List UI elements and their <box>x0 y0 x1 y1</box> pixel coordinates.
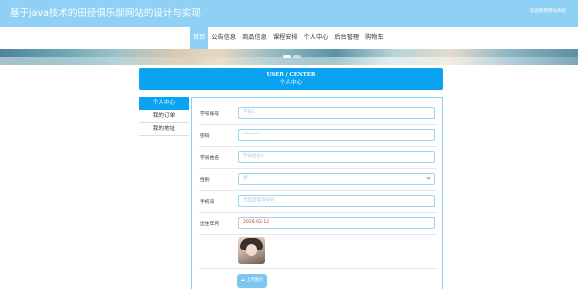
gender-value: 男 <box>243 176 248 181</box>
site-title: 基于java技术的田径俱乐部网站的设计与实现 <box>10 8 201 19</box>
gender-label: 性别 <box>200 178 210 183</box>
nav-item-announcements[interactable]: 公告信息 <box>208 27 239 49</box>
upload-image-button[interactable]: ☁ 上传图片 <box>237 274 267 288</box>
password-input[interactable]: •••••• <box>238 129 435 141</box>
nav-list: 首页 公告信息 商品信息 课程安排 个人中心 后台管理 购物车 <box>190 27 387 49</box>
nav-item-cart[interactable]: 购物车 <box>362 27 387 49</box>
student-name-input[interactable]: 学员姓名1 <box>238 151 435 163</box>
phone-label: 手机号 <box>200 200 215 205</box>
form-row-birthdate: 出生年月 2026-02-12 <box>199 213 437 235</box>
user-center-title-en: USER / CENTER <box>266 72 316 78</box>
carousel-dot[interactable] <box>283 55 291 58</box>
user-center-title-cn: 个人中心 <box>279 80 303 86</box>
top-bar: 基于java技术的田径俱乐部网站的设计与实现 欢迎使用网站系统 <box>0 0 578 27</box>
form-row-student-id: 学号账号 学员1 <box>199 103 437 125</box>
sidebar-item-profile[interactable]: 个人中心 <box>139 97 189 110</box>
phone-input[interactable]: 无固定电话号码 <box>238 195 435 207</box>
nav-item-home[interactable]: 首页 <box>190 27 209 49</box>
welcome-text: 欢迎使用网站系统 <box>530 9 566 14</box>
birthdate-input[interactable]: 2026-02-12 <box>238 217 435 229</box>
form-row-phone: 手机号 无固定电话号码 <box>199 191 437 213</box>
gender-select[interactable]: 男 <box>238 173 435 185</box>
user-center-header: USER / CENTER 个人中心 <box>139 68 443 90</box>
birthdate-label: 出生年月 <box>200 222 220 227</box>
nav-item-user-center[interactable]: 个人中心 <box>301 27 332 49</box>
upload-button-label: 上传图片 <box>246 278 264 283</box>
carousel-dot[interactable] <box>293 55 301 58</box>
form-divider <box>199 268 437 269</box>
avatar-face <box>246 244 257 256</box>
form-row-password: 密码 •••••• <box>199 125 437 147</box>
student-id-input[interactable]: 学员1 <box>238 107 435 119</box>
nav-item-products[interactable]: 商品信息 <box>239 27 270 49</box>
password-label: 密码 <box>200 134 210 139</box>
banner-wave <box>0 57 578 65</box>
student-name-label: 学员姓名 <box>200 156 220 161</box>
sidebar-item-addresses[interactable]: 我的地址 <box>139 123 189 136</box>
student-id-label: 学号账号 <box>200 112 220 117</box>
profile-form: 学号账号 学员1 密码 •••••• 学员姓名 学员姓名1 性别 男 手机号 无… <box>191 97 443 289</box>
user-sidebar: 个人中心 我的订单 我的地址 <box>139 97 189 136</box>
nav-item-courses[interactable]: 课程安排 <box>270 27 301 49</box>
carousel-indicators <box>283 55 301 58</box>
sidebar-item-orders[interactable]: 我的订单 <box>139 110 189 123</box>
chevron-down-icon <box>426 175 431 180</box>
nav-item-admin[interactable]: 后台管理 <box>331 27 362 49</box>
avatar-image <box>238 237 265 264</box>
form-row-gender: 性别 男 <box>199 169 437 191</box>
form-row-student-name: 学员姓名 学员姓名1 <box>199 147 437 169</box>
main-nav: 首页 公告信息 商品信息 课程安排 个人中心 后台管理 购物车 <box>0 27 578 49</box>
